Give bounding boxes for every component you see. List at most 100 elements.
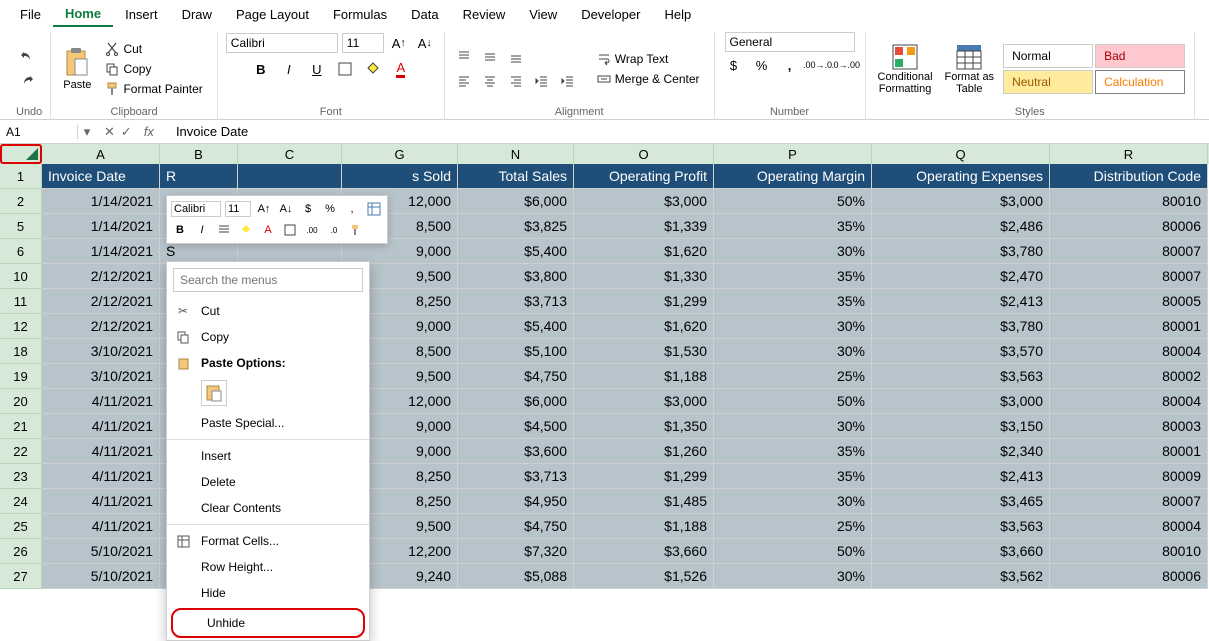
header-cell[interactable]: [238, 164, 342, 189]
data-cell[interactable]: 80001: [1050, 439, 1208, 464]
data-cell[interactable]: $2,486: [872, 214, 1050, 239]
data-cell[interactable]: $1,485: [574, 489, 714, 514]
header-cell[interactable]: R: [160, 164, 238, 189]
data-cell[interactable]: $3,000: [574, 189, 714, 214]
data-cell[interactable]: 30%: [714, 339, 872, 364]
search-menus-input[interactable]: [173, 268, 363, 292]
data-cell[interactable]: 35%: [714, 289, 872, 314]
data-cell[interactable]: $3,780: [872, 239, 1050, 264]
data-cell[interactable]: 80004: [1050, 339, 1208, 364]
data-cell[interactable]: $4,750: [458, 514, 574, 539]
row-header[interactable]: 6: [0, 239, 42, 264]
data-cell[interactable]: 4/11/2021: [42, 389, 160, 414]
data-cell[interactable]: $1,620: [574, 239, 714, 264]
menu-row-height[interactable]: Row Height...: [167, 554, 369, 580]
data-cell[interactable]: 30%: [714, 564, 872, 589]
mini-inc-decimal-icon[interactable]: .00: [303, 221, 321, 239]
data-cell[interactable]: $3,000: [872, 189, 1050, 214]
header-cell[interactable]: Total Sales: [458, 164, 574, 189]
data-cell[interactable]: 30%: [714, 414, 872, 439]
data-cell[interactable]: 80007: [1050, 264, 1208, 289]
menu-paste-special[interactable]: Paste Special...: [167, 410, 369, 436]
data-cell[interactable]: $3,660: [872, 539, 1050, 564]
select-all-button[interactable]: [0, 144, 42, 164]
mini-dec-decimal-icon[interactable]: .0: [325, 221, 343, 239]
align-bottom-icon[interactable]: [505, 46, 527, 68]
enter-formula-icon[interactable]: ✓: [121, 124, 132, 140]
menu-clear-contents[interactable]: Clear Contents: [167, 495, 369, 521]
col-header-N[interactable]: N: [458, 144, 574, 164]
fill-color-button[interactable]: [362, 58, 384, 80]
menu-help[interactable]: Help: [652, 3, 703, 26]
data-cell[interactable]: 5/10/2021: [42, 539, 160, 564]
data-cell[interactable]: $3,825: [458, 214, 574, 239]
style-bad[interactable]: Bad: [1095, 44, 1185, 68]
row-header[interactable]: 24: [0, 489, 42, 514]
row-header[interactable]: 11: [0, 289, 42, 314]
data-cell[interactable]: $3,660: [574, 539, 714, 564]
increase-indent-icon[interactable]: [557, 70, 579, 92]
font-size-select[interactable]: [342, 33, 384, 53]
data-cell[interactable]: $2,413: [872, 289, 1050, 314]
data-cell[interactable]: $3,800: [458, 264, 574, 289]
data-cell[interactable]: 4/11/2021: [42, 464, 160, 489]
data-cell[interactable]: 80004: [1050, 389, 1208, 414]
data-cell[interactable]: 1/14/2021: [42, 214, 160, 239]
data-cell[interactable]: $3,600: [458, 439, 574, 464]
merge-center-button[interactable]: Merge & Center: [591, 70, 706, 88]
data-cell[interactable]: 1/14/2021: [42, 239, 160, 264]
col-header-R[interactable]: R: [1050, 144, 1208, 164]
data-cell[interactable]: 2/12/2021: [42, 289, 160, 314]
menu-developer[interactable]: Developer: [569, 3, 652, 26]
data-cell[interactable]: $3,563: [872, 364, 1050, 389]
data-cell[interactable]: $1,260: [574, 439, 714, 464]
data-cell[interactable]: 5/10/2021: [42, 564, 160, 589]
data-cell[interactable]: 3/10/2021: [42, 339, 160, 364]
data-cell[interactable]: $4,750: [458, 364, 574, 389]
name-box[interactable]: A1: [0, 125, 78, 139]
data-cell[interactable]: $3,713: [458, 464, 574, 489]
data-cell[interactable]: $3,780: [872, 314, 1050, 339]
data-cell[interactable]: $4,950: [458, 489, 574, 514]
name-box-dropdown[interactable]: ▾: [78, 124, 96, 140]
data-cell[interactable]: 80007: [1050, 239, 1208, 264]
data-cell[interactable]: 50%: [714, 539, 872, 564]
font-name-select[interactable]: [226, 33, 338, 53]
data-cell[interactable]: 30%: [714, 489, 872, 514]
decrease-font-icon[interactable]: A↓: [414, 32, 436, 54]
col-header-G[interactable]: G: [342, 144, 458, 164]
italic-button[interactable]: I: [278, 58, 300, 80]
mini-percent-icon[interactable]: %: [321, 200, 339, 218]
font-color-button[interactable]: A: [390, 58, 412, 80]
data-cell[interactable]: $5,088: [458, 564, 574, 589]
data-cell[interactable]: $5,400: [458, 239, 574, 264]
header-cell[interactable]: Operating Profit: [574, 164, 714, 189]
row-header[interactable]: 23: [0, 464, 42, 489]
row-header[interactable]: 12: [0, 314, 42, 339]
row-header[interactable]: 2: [0, 189, 42, 214]
data-cell[interactable]: $3,563: [872, 514, 1050, 539]
data-cell[interactable]: $1,330: [574, 264, 714, 289]
align-right-icon[interactable]: [505, 70, 527, 92]
row-header[interactable]: 18: [0, 339, 42, 364]
menu-hide[interactable]: Hide: [167, 580, 369, 606]
data-cell[interactable]: $1,299: [574, 289, 714, 314]
data-cell[interactable]: $3,465: [872, 489, 1050, 514]
data-cell[interactable]: 80009: [1050, 464, 1208, 489]
row-header[interactable]: 5: [0, 214, 42, 239]
mini-increase-font-icon[interactable]: A↑: [255, 200, 273, 218]
align-top-icon[interactable]: [453, 46, 475, 68]
mini-align-icon[interactable]: [215, 221, 233, 239]
data-cell[interactable]: $1,530: [574, 339, 714, 364]
undo-button[interactable]: [16, 46, 38, 68]
row-header[interactable]: 21: [0, 414, 42, 439]
menu-insert[interactable]: Insert: [113, 3, 170, 26]
header-cell[interactable]: s Sold: [342, 164, 458, 189]
row-header[interactable]: 25: [0, 514, 42, 539]
data-cell[interactable]: $2,340: [872, 439, 1050, 464]
menu-review[interactable]: Review: [451, 3, 518, 26]
data-cell[interactable]: $1,188: [574, 514, 714, 539]
data-cell[interactable]: 30%: [714, 314, 872, 339]
menu-view[interactable]: View: [517, 3, 569, 26]
data-cell[interactable]: 35%: [714, 439, 872, 464]
